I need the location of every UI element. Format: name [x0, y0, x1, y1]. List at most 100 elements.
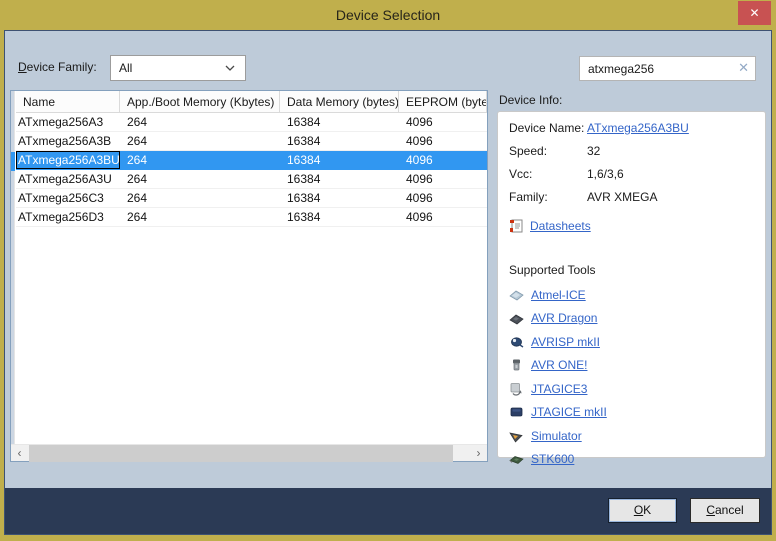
cell-datamem: 16384: [280, 189, 399, 207]
tool-link[interactable]: JTAGICE mkII: [531, 405, 607, 419]
scrollbar-thumb[interactable]: [29, 445, 453, 462]
family-label: Family:: [509, 190, 587, 204]
datasheets-row: Datasheets: [509, 215, 765, 237]
cell-eeprom: 4096: [399, 189, 487, 207]
column-header-appboot[interactable]: App./Boot Memory (Kbytes): [120, 91, 280, 112]
vcc-label: Vcc:: [509, 167, 587, 181]
family-row: Family: AVR XMEGA: [509, 190, 765, 213]
device-family-dropdown[interactable]: All: [110, 55, 246, 81]
search-input[interactable]: [580, 57, 730, 80]
cell-appboot: 264: [120, 151, 280, 169]
row-header-strip: [11, 91, 15, 444]
device-info-panel: Device Name: ATxmega256A3BU Speed: 32 Vc…: [497, 111, 766, 458]
table-row[interactable]: ATxmega256A3 264 16384 4096: [16, 113, 487, 132]
cancel-button[interactable]: Cancel: [690, 498, 760, 523]
table-row[interactable]: ATxmega256D3 264 16384 4096: [16, 208, 487, 227]
family-value: AVR XMEGA: [587, 190, 657, 204]
titlebar: Device Selection ✕: [0, 0, 776, 30]
ok-button[interactable]: OK: [608, 498, 677, 523]
cell-datamem: 16384: [280, 113, 399, 131]
supported-tools-title: Supported Tools: [509, 263, 765, 277]
tool-link[interactable]: STK600: [531, 452, 574, 466]
column-header-eeprom[interactable]: EEPROM (bytes): [399, 91, 487, 112]
selected-row-marker: [11, 152, 15, 171]
footer-bar: OK Cancel: [5, 488, 771, 534]
tool-link[interactable]: Atmel-ICE: [531, 288, 586, 302]
jtagice3-icon: [509, 382, 524, 396]
datasheets-link[interactable]: Datasheets: [530, 219, 591, 233]
tool-item: JTAGICE mkII: [509, 401, 765, 425]
avr-one-icon: [509, 358, 524, 372]
cell-datamem: 16384: [280, 170, 399, 188]
speed-label: Speed:: [509, 144, 587, 158]
scroll-right-icon[interactable]: ›: [470, 445, 487, 461]
table-row[interactable]: ATxmega256C3 264 16384 4096: [16, 189, 487, 208]
tool-item: STK600: [509, 448, 765, 472]
tool-link[interactable]: AVRISP mkII: [531, 335, 600, 349]
dialog-title: Device Selection: [0, 7, 776, 23]
tool-item: Atmel-ICE: [509, 283, 765, 307]
table-row-selected[interactable]: ATxmega256A3BU 264 16384 4096: [16, 151, 487, 170]
cell-name: ATxmega256C3: [16, 189, 120, 207]
cell-eeprom: 4096: [399, 151, 487, 169]
device-selection-dialog: Device Selection ✕ Device Family: All ✕ …: [0, 0, 776, 541]
device-family-label: Device Family:: [18, 60, 97, 74]
column-header-name[interactable]: Name: [16, 91, 120, 112]
cell-appboot: 264: [120, 132, 280, 150]
tool-item: AVRISP mkII: [509, 330, 765, 354]
table-header: Name App./Boot Memory (Kbytes) Data Memo…: [16, 91, 487, 113]
cell-name: ATxmega256A3B: [16, 132, 120, 150]
vcc-value: 1,6/3,6: [587, 167, 624, 181]
scrollbar-track[interactable]: [28, 445, 470, 462]
cell-appboot: 264: [120, 170, 280, 188]
supported-tools-list: Atmel-ICE AVR Dragon AVRISP mkII: [509, 283, 765, 471]
tool-link[interactable]: AVR Dragon: [531, 311, 597, 325]
table-row[interactable]: ATxmega256A3U 264 16384 4096: [16, 170, 487, 189]
scroll-left-icon[interactable]: ‹: [11, 445, 28, 461]
column-header-datamem[interactable]: Data Memory (bytes): [280, 91, 399, 112]
cell-appboot: 264: [120, 208, 280, 226]
cell-eeprom: 4096: [399, 208, 487, 226]
device-name-label: Device Name:: [509, 121, 587, 135]
cell-datamem: 16384: [280, 132, 399, 150]
pdf-document-icon: [509, 219, 524, 233]
tool-item: JTAGICE3: [509, 377, 765, 401]
tool-item: AVR ONE!: [509, 354, 765, 378]
stk600-icon: [509, 452, 524, 466]
close-icon: ✕: [749, 6, 759, 20]
tool-link[interactable]: JTAGICE3: [531, 382, 587, 396]
jtagice-mkii-icon: [509, 405, 524, 419]
cell-appboot: 264: [120, 113, 280, 131]
cell-eeprom: 4096: [399, 170, 487, 188]
speed-row: Speed: 32: [509, 144, 765, 167]
horizontal-scrollbar: ‹ ›: [11, 444, 487, 461]
table-row[interactable]: ATxmega256A3B 264 16384 4096: [16, 132, 487, 151]
avr-dragon-icon: [509, 311, 524, 325]
cell-datamem: 16384: [280, 208, 399, 226]
vcc-row: Vcc: 1,6/3,6: [509, 167, 765, 190]
cell-datamem: 16384: [280, 151, 399, 169]
cell-name: ATxmega256D3: [16, 208, 120, 226]
cell-eeprom: 4096: [399, 113, 487, 131]
tool-link[interactable]: AVR ONE!: [531, 358, 587, 372]
close-button[interactable]: ✕: [738, 1, 771, 25]
cell-name: ATxmega256A3U: [16, 170, 120, 188]
tool-item: Simulator: [509, 424, 765, 448]
cell-eeprom: 4096: [399, 132, 487, 150]
device-table: Name App./Boot Memory (Kbytes) Data Memo…: [10, 90, 488, 462]
tool-item: AVR Dragon: [509, 307, 765, 331]
cell-name: ATxmega256A3BU: [16, 151, 120, 169]
clear-search-icon[interactable]: ✕: [738, 60, 749, 76]
device-name-link[interactable]: ATxmega256A3BU: [587, 121, 689, 135]
dialog-body: Device Family: All ✕ Name App./Boot Memo…: [4, 30, 772, 535]
tool-link[interactable]: Simulator: [531, 429, 582, 443]
device-search: ✕: [579, 56, 756, 81]
speed-value: 32: [587, 144, 600, 158]
cell-appboot: 264: [120, 189, 280, 207]
avrisp-mkii-icon: [509, 335, 524, 349]
cell-name: ATxmega256A3: [16, 113, 120, 131]
device-info-title: Device Info:: [499, 93, 562, 107]
simulator-icon: [509, 429, 524, 443]
table-body: ATxmega256A3 264 16384 4096 ATxmega256A3…: [16, 113, 487, 227]
device-name-row: Device Name: ATxmega256A3BU: [509, 121, 765, 144]
